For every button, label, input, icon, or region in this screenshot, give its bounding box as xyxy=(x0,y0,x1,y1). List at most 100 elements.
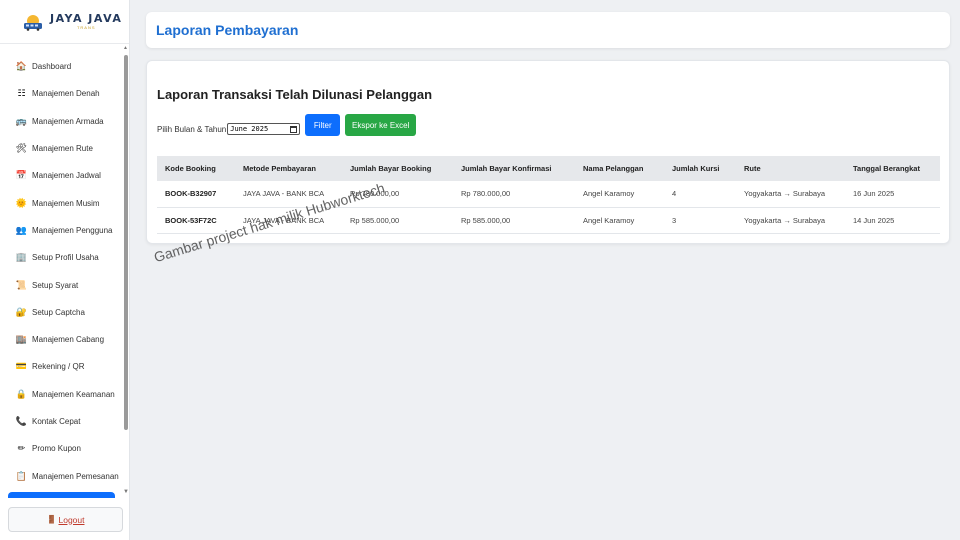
sidebar-item-kontak-cepat[interactable]: 📞 Kontak Cepat xyxy=(0,408,122,435)
sidebar-item-label: Promo Kupon xyxy=(32,444,81,454)
logout-label: Logout xyxy=(58,514,85,525)
sidebar-item-label: Manajemen Musim xyxy=(32,198,100,208)
scroll-up-arrow-icon[interactable]: ▲ xyxy=(123,45,128,51)
table-row: BOOK-53F72C JAYA JAVA - BANK BCA Rp 585.… xyxy=(157,207,940,234)
sidebar-item-setup-captcha[interactable]: 🔐 Setup Captcha xyxy=(0,299,122,326)
report-title: Laporan Transaksi Telah Dilunasi Pelangg… xyxy=(157,87,433,102)
sidebar-menu: 🏠 Dashboard ☷ Manajemen Denah 🚌 Manajemen A… xyxy=(0,53,122,490)
departure-date-cell: 14 Jun 2025 xyxy=(845,207,940,234)
sidebar-item-label: Manajemen Pemesanan xyxy=(32,471,119,481)
sidebar-item-label: Manajemen Cabang xyxy=(32,335,105,345)
customer-name-cell: Angel Karamoy xyxy=(575,181,664,208)
sidebar-item-manajemen-armada[interactable]: 🚌 Manajemen Armada xyxy=(0,108,122,135)
sidebar-item-rekening-qr[interactable]: 💳 Rekening / QR xyxy=(0,353,122,380)
payment-method-cell: JAYA JAVA - BANK BCA xyxy=(235,207,342,234)
payment-report-table: Kode Booking Metode Pembayaran Jumlah Ba… xyxy=(157,156,940,234)
sidebar-item-label: Manajemen Armada xyxy=(32,116,104,126)
sidebar-item-promo-kupon[interactable]: ✏ Promo Kupon xyxy=(0,435,122,462)
sidebar-item-label: Setup Captcha xyxy=(32,307,85,317)
sidebar-item-manajemen-rute[interactable]: 🛠 Manajemen Rute xyxy=(0,135,122,162)
column-header: Tanggal Berangkat xyxy=(845,156,940,181)
branch-building-icon: 🏬 xyxy=(15,334,28,345)
column-header: Nama Pelanggan xyxy=(575,156,664,181)
sidebar-item-label: Manajemen Denah xyxy=(32,89,100,99)
column-header: Jumlah Bayar Konfirmasi xyxy=(453,156,575,181)
sidebar-item-label: Manajemen Pengguna xyxy=(32,225,113,235)
page-header: Laporan Pembayaran xyxy=(146,12,950,48)
departure-date-cell: 16 Jun 2025 xyxy=(845,181,940,208)
month-year-input[interactable]: June 2025 xyxy=(227,123,301,135)
sidebar-scrollbar[interactable]: ▲ ▼ xyxy=(122,45,130,500)
sidebar-item-manajemen-musim[interactable]: 🌞 Manajemen Musim xyxy=(0,189,122,216)
sidebar-item-label: Dashboard xyxy=(32,62,72,72)
door-icon: 🚪 xyxy=(46,515,57,524)
brand-text: JAYA JAVA TRANS xyxy=(50,13,122,30)
sidebar-item-manajemen-denah[interactable]: ☷ Manajemen Denah xyxy=(0,80,122,107)
logout-button[interactable]: 🚪 Logout xyxy=(8,507,123,532)
column-header: Jumlah Bayar Booking xyxy=(342,156,453,181)
confirmed-amount-cell: Rp 780.000,00 xyxy=(453,181,575,208)
sidebar-item-manajemen-pemesanan[interactable]: 📋 Manajemen Pemesanan xyxy=(0,462,122,489)
month-year-value: June 2025 xyxy=(230,125,269,133)
sidebar-item-setup-syarat[interactable]: 📜 Setup Syarat xyxy=(0,271,122,298)
column-header: Jumlah Kursi xyxy=(664,156,736,181)
sidebar-item-label: Manajemen Rute xyxy=(32,144,93,154)
sidebar-item-manajemen-keamanan[interactable]: 🔒 Manajemen Keamanan xyxy=(0,381,122,408)
scrollbar-thumb[interactable] xyxy=(124,55,128,430)
customer-name-cell: Angel Karamoy xyxy=(575,207,664,234)
building-icon: 🏢 xyxy=(15,252,28,263)
sidebar-item-label: Manajemen Keamanan xyxy=(32,389,115,399)
filter-button[interactable]: Filter xyxy=(305,114,341,136)
home-icon: 🏠 xyxy=(15,61,28,72)
route-cell: Yogyakarta → Surabaya xyxy=(736,207,845,234)
sidebar-item-label: Setup Syarat xyxy=(32,280,79,290)
booking-amount-cell: Rp 780.000,00 xyxy=(342,181,453,208)
column-header: Kode Booking xyxy=(157,156,235,181)
brand[interactable]: JAYA JAVA TRANS xyxy=(0,0,129,44)
lock-icon: 🔒 xyxy=(15,388,28,399)
credit-card-icon: 💳 xyxy=(15,361,28,372)
brand-subtitle: TRANS xyxy=(76,25,96,30)
pencil-icon: ✏ xyxy=(17,443,26,454)
lock-key-icon: 🔐 xyxy=(15,306,28,317)
sidebar: JAYA JAVA TRANS 🏠 Dashboard ☷ Manajemen De… xyxy=(0,0,130,540)
table-header-row: Kode Booking Metode Pembayaran Jumlah Ba… xyxy=(157,156,940,181)
booking-amount-cell: Rp 585.000,00 xyxy=(342,207,453,234)
route-cell: Yogyakarta → Surabaya xyxy=(736,181,845,208)
calendar-icon: 📅 xyxy=(15,170,28,181)
seat-count-cell: 4 xyxy=(664,181,736,208)
page-title: Laporan Pembayaran xyxy=(156,22,299,38)
sidebar-item-dashboard[interactable]: 🏠 Dashboard xyxy=(0,53,122,80)
booking-code-cell: BOOK-B32907 xyxy=(157,181,235,208)
sidebar-item-label: Kontak Cepat xyxy=(32,417,81,426)
sidebar-item-setup-profil-usaha[interactable]: 🏢 Setup Profil Usaha xyxy=(0,244,122,271)
phone-icon: 📞 xyxy=(15,416,28,426)
month-filter-label: Pilih Bulan & Tahun xyxy=(157,124,227,134)
table-row: BOOK-B32907 JAYA JAVA - BANK BCA Rp 780.… xyxy=(157,181,940,208)
users-icon: 👥 xyxy=(15,224,28,235)
column-header: Rute xyxy=(736,156,845,181)
calendar-icon[interactable] xyxy=(290,125,298,133)
confirmed-amount-cell: Rp 585.000,00 xyxy=(453,207,575,234)
brand-name: JAYA JAVA xyxy=(50,12,123,25)
sidebar-item-label: Setup Profil Usaha xyxy=(32,253,99,263)
sidebar-item-manajemen-jadwal[interactable]: 📅 Manajemen Jadwal xyxy=(0,162,122,189)
sidebar-item-label: Manajemen Jadwal xyxy=(32,171,101,181)
sidebar-item-label: Rekening / QR xyxy=(32,362,85,372)
bus-icon: 🚌 xyxy=(15,115,28,126)
report-card: Laporan Transaksi Telah Dilunasi Pelangg… xyxy=(146,60,950,244)
clipboard-icon: 📋 xyxy=(15,470,28,481)
filter-form: Pilih Bulan & Tahun June 2025 Filter Eks… xyxy=(157,113,417,137)
column-header: Metode Pembayaran xyxy=(235,156,342,181)
sun-icon: 🌞 xyxy=(15,197,28,208)
grid-icon: ☷ xyxy=(17,88,26,99)
export-excel-button[interactable]: Ekspor ke Excel xyxy=(345,114,417,136)
payment-method-cell: JAYA JAVA - BANK BCA xyxy=(235,181,342,208)
sidebar-item-manajemen-cabang[interactable]: 🏬 Manajemen Cabang xyxy=(0,326,122,353)
scroll-icon: 📜 xyxy=(15,279,28,290)
tools-icon: 🛠 xyxy=(15,143,28,154)
brand-logo-icon xyxy=(22,11,44,33)
scroll-down-arrow-icon[interactable]: ▼ xyxy=(123,489,129,495)
sidebar-item-manajemen-pengguna[interactable]: 👥 Manajemen Pengguna xyxy=(0,217,122,244)
sidebar-item-active-partial[interactable] xyxy=(8,492,115,498)
